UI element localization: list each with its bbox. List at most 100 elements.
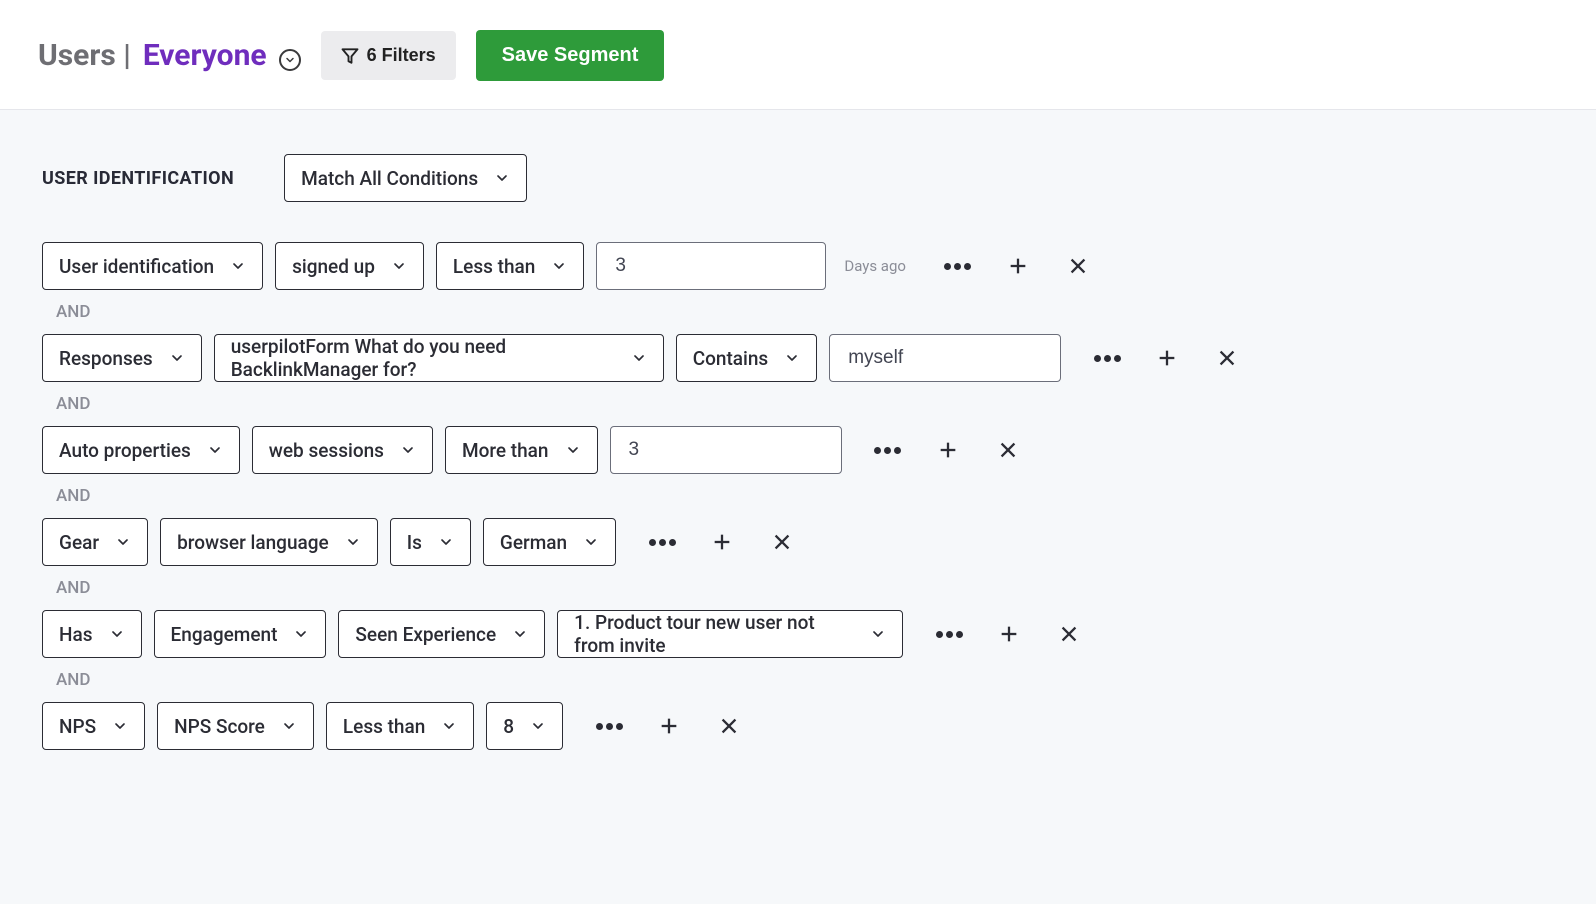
chevron-down-icon <box>230 258 246 274</box>
title-prefix: Users | <box>38 38 131 73</box>
plus-icon <box>998 623 1020 645</box>
dot-icon <box>894 447 901 454</box>
dot-icon <box>1094 355 1101 362</box>
condition-row: Gear browser language Is German <box>42 518 1554 566</box>
attribute-category-select[interactable]: User identification <box>42 242 263 290</box>
condition-row: NPS NPS Score Less than 8 <box>42 702 1554 750</box>
and-separator: AND <box>56 486 1554 506</box>
and-separator: AND <box>56 578 1554 598</box>
close-icon <box>1216 347 1238 369</box>
plus-icon <box>937 439 959 461</box>
attribute-select[interactable]: userpilotForm What do you need BacklinkM… <box>214 334 664 382</box>
row-actions <box>940 248 1096 284</box>
dot-icon <box>669 539 676 546</box>
filters-button[interactable]: 6 Filters <box>321 31 456 80</box>
attribute-category-select[interactable]: Responses <box>42 334 202 382</box>
value-select[interactable]: 1. Product tour new user not from invite <box>557 610 903 658</box>
chevron-down-icon <box>583 534 599 550</box>
value-select[interactable]: 8 <box>486 702 563 750</box>
close-icon <box>718 715 740 737</box>
chevron-down-icon <box>109 626 125 642</box>
unit-label: Days ago <box>838 257 912 275</box>
more-button[interactable] <box>591 708 627 744</box>
remove-condition-button[interactable] <box>764 524 800 560</box>
and-separator: AND <box>56 670 1554 690</box>
operator-select[interactable]: Less than <box>436 242 584 290</box>
attribute-select[interactable]: web sessions <box>252 426 433 474</box>
attribute-category-select[interactable]: NPS <box>42 702 145 750</box>
more-button[interactable] <box>1089 340 1125 376</box>
attribute-category-select[interactable]: Auto properties <box>42 426 240 474</box>
value-input-wrapper <box>829 334 1061 382</box>
attribute-select[interactable]: signed up <box>275 242 424 290</box>
attribute-category-select[interactable]: Gear <box>42 518 148 566</box>
save-segment-button[interactable]: Save Segment <box>476 30 665 81</box>
attribute-select[interactable]: NPS Score <box>157 702 314 750</box>
value-input[interactable] <box>613 254 809 278</box>
segment-name: Everyone <box>143 38 267 73</box>
chevron-down-icon <box>494 170 510 186</box>
chevron-down-icon <box>784 350 800 366</box>
dot-icon <box>954 263 961 270</box>
more-button[interactable] <box>931 616 967 652</box>
add-condition-button[interactable] <box>991 616 1027 652</box>
value-input[interactable] <box>627 438 825 462</box>
match-mode-value: Match All Conditions <box>301 167 478 190</box>
dot-icon <box>944 263 951 270</box>
operator-select[interactable]: Contains <box>676 334 818 382</box>
title-group: Users | Everyone <box>38 38 301 73</box>
dot-icon <box>964 263 971 270</box>
more-button[interactable] <box>870 432 906 468</box>
row-actions <box>1089 340 1245 376</box>
more-button[interactable] <box>644 524 680 560</box>
value-select[interactable]: German <box>483 518 616 566</box>
attribute-select[interactable]: Engagement <box>154 610 327 658</box>
chevron-down-icon <box>530 718 546 734</box>
add-condition-button[interactable] <box>930 432 966 468</box>
add-condition-button[interactable] <box>1000 248 1036 284</box>
chevron-down-icon <box>631 350 647 366</box>
section-title: USER IDENTIFICATION <box>42 168 234 189</box>
close-icon <box>1067 255 1089 277</box>
plus-icon <box>1156 347 1178 369</box>
chevron-down-icon <box>115 534 131 550</box>
attribute-category-select[interactable]: Has <box>42 610 142 658</box>
segment-dropdown-toggle[interactable] <box>279 49 301 71</box>
remove-condition-button[interactable] <box>711 708 747 744</box>
value-input[interactable] <box>846 346 1044 370</box>
add-condition-button[interactable] <box>704 524 740 560</box>
dot-icon <box>606 723 613 730</box>
remove-condition-button[interactable] <box>1051 616 1087 652</box>
condition-row: Auto properties web sessions More than <box>42 426 1554 474</box>
attribute-select[interactable]: browser language <box>160 518 378 566</box>
condition-row: Has Engagement Seen Experience 1. Produc… <box>42 610 1554 658</box>
page-header: Users | Everyone 6 Filters Save Segment <box>0 0 1596 110</box>
chevron-down-icon <box>345 534 361 550</box>
remove-condition-button[interactable] <box>1060 248 1096 284</box>
row-actions <box>870 432 1026 468</box>
filter-count-label: 6 Filters <box>367 45 436 66</box>
operator-select[interactable]: Seen Experience <box>338 610 545 658</box>
filter-icon <box>341 47 359 65</box>
value-input-wrapper <box>610 426 842 474</box>
operator-select[interactable]: Less than <box>326 702 474 750</box>
chevron-down-icon <box>441 718 457 734</box>
match-mode-select[interactable]: Match All Conditions <box>284 154 527 202</box>
chevron-down-icon <box>438 534 454 550</box>
row-actions <box>591 708 747 744</box>
close-icon <box>771 531 793 553</box>
add-condition-button[interactable] <box>651 708 687 744</box>
dot-icon <box>1114 355 1121 362</box>
add-condition-button[interactable] <box>1149 340 1185 376</box>
remove-condition-button[interactable] <box>990 432 1026 468</box>
operator-select[interactable]: Is <box>390 518 471 566</box>
close-icon <box>1058 623 1080 645</box>
dot-icon <box>616 723 623 730</box>
conditions-list: User identification signed up Less than … <box>42 242 1554 750</box>
dot-icon <box>596 723 603 730</box>
operator-select[interactable]: More than <box>445 426 598 474</box>
more-button[interactable] <box>940 248 976 284</box>
remove-condition-button[interactable] <box>1209 340 1245 376</box>
chevron-down-icon <box>281 718 297 734</box>
chevron-down-icon <box>284 54 296 66</box>
